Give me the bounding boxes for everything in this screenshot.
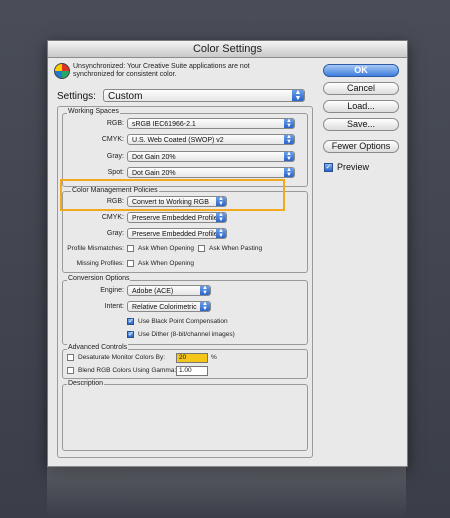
dropdown-arrows-icon: ▲ ▼ bbox=[200, 301, 210, 312]
ws-gray-label: Gray: bbox=[106, 153, 124, 160]
settings-value: Custom bbox=[108, 91, 143, 102]
mismatch-label: Profile Mismatches: bbox=[67, 245, 124, 252]
bpc-checkbox[interactable]: ✓ bbox=[127, 318, 134, 325]
dropdown-arrows-icon: ▲ ▼ bbox=[284, 134, 294, 145]
desaturate-checkbox[interactable] bbox=[67, 354, 74, 361]
description-group bbox=[62, 384, 308, 451]
preview-label: Preview bbox=[337, 162, 370, 172]
dropdown-arrows-icon: ▲ ▼ bbox=[292, 89, 304, 102]
ask-opening-missing-label: Ask When Opening bbox=[138, 260, 195, 267]
fewer-options-button[interactable]: Fewer Options bbox=[323, 140, 399, 153]
preview-checkbox[interactable]: ✓ bbox=[324, 163, 333, 172]
dropdown-arrows-icon: ▲ ▼ bbox=[284, 118, 294, 129]
dither-label: Use Dither (8-bit/channel images) bbox=[138, 331, 235, 338]
engine-dropdown[interactable]: Adobe (ACE) ▲ ▼ bbox=[127, 285, 211, 296]
missing-label: Missing Profiles: bbox=[76, 260, 124, 267]
blend-checkbox[interactable] bbox=[67, 367, 74, 374]
dither-checkbox[interactable]: ✓ bbox=[127, 331, 134, 338]
policy-gray-dropdown[interactable]: Preserve Embedded Profiles ▲ ▼ bbox=[127, 228, 227, 239]
policy-cmyk-label: CMYK: bbox=[101, 214, 124, 221]
policy-rgb-value: Convert to Working RGB bbox=[132, 199, 209, 206]
working-spaces-title: Working Spaces bbox=[67, 108, 120, 115]
policy-rgb-label: RGB: bbox=[106, 198, 124, 205]
cancel-button[interactable]: Cancel bbox=[323, 82, 399, 95]
intent-dropdown[interactable]: Relative Colorimetric ▲ ▼ bbox=[127, 301, 211, 312]
window-title: Color Settings bbox=[48, 41, 407, 58]
save-button[interactable]: Save... bbox=[323, 118, 399, 131]
ws-cmyk-value: U.S. Web Coated (SWOP) v2 bbox=[132, 137, 224, 144]
description-title: Description bbox=[67, 380, 105, 387]
dropdown-arrows-icon: ▲ ▼ bbox=[216, 228, 226, 239]
blend-field[interactable]: 1.00 bbox=[176, 366, 208, 376]
dropdown-arrows-icon: ▲ ▼ bbox=[284, 167, 294, 178]
ask-pasting-label: Ask When Pasting bbox=[209, 245, 263, 252]
dropdown-arrows-icon: ▲ ▼ bbox=[200, 285, 210, 296]
desaturate-field[interactable]: 20 bbox=[176, 353, 208, 363]
engine-label: Engine: bbox=[100, 287, 124, 294]
load-button[interactable]: Load... bbox=[323, 100, 399, 113]
dropdown-arrows-icon: ▲ ▼ bbox=[216, 196, 226, 207]
policy-gray-value: Preserve Embedded Profiles bbox=[132, 231, 222, 238]
ws-gray-dropdown[interactable]: Dot Gain 20% ▲ ▼ bbox=[127, 151, 295, 162]
ws-cmyk-label: CMYK: bbox=[101, 136, 124, 143]
ws-spot-value: Dot Gain 20% bbox=[132, 170, 176, 177]
settings-dropdown[interactable]: Custom ▲ ▼ bbox=[103, 89, 305, 102]
policy-cmyk-dropdown[interactable]: Preserve Embedded Profiles ▲ ▼ bbox=[127, 212, 227, 223]
policy-cmyk-value: Preserve Embedded Profiles bbox=[132, 215, 222, 222]
ws-spot-label: Spot: bbox=[107, 169, 124, 176]
advanced-title: Advanced Controls bbox=[67, 344, 129, 351]
percent-label: % bbox=[211, 354, 217, 361]
ask-pasting-checkbox[interactable] bbox=[198, 245, 205, 252]
blend-label: Blend RGB Colors Using Gamma: bbox=[78, 367, 177, 374]
dropdown-arrows-icon: ▲ ▼ bbox=[216, 212, 226, 223]
ok-button[interactable]: OK bbox=[323, 64, 399, 77]
ws-rgb-label: RGB: bbox=[106, 120, 124, 127]
ask-opening-checkbox[interactable] bbox=[127, 245, 134, 252]
policy-rgb-dropdown[interactable]: Convert to Working RGB ▲ ▼ bbox=[127, 196, 227, 207]
color-settings-dialog: Color Settings Unsynchronized: Your Crea… bbox=[47, 40, 408, 467]
ws-rgb-dropdown[interactable]: sRGB IEC61966-2.1 ▲ ▼ bbox=[127, 118, 295, 129]
ws-gray-value: Dot Gain 20% bbox=[132, 154, 176, 161]
engine-value: Adobe (ACE) bbox=[132, 288, 174, 295]
window-reflection bbox=[47, 466, 406, 518]
ask-opening-label: Ask When Opening bbox=[138, 245, 195, 252]
ws-rgb-value: sRGB IEC61966-2.1 bbox=[132, 121, 196, 128]
sync-message: Unsynchronized: Your Creative Suite appl… bbox=[73, 63, 250, 78]
ws-spot-dropdown[interactable]: Dot Gain 20% ▲ ▼ bbox=[127, 167, 295, 178]
intent-value: Relative Colorimetric bbox=[132, 304, 197, 311]
ws-cmyk-dropdown[interactable]: U.S. Web Coated (SWOP) v2 ▲ ▼ bbox=[127, 134, 295, 145]
desaturate-label: Desaturate Monitor Colors By: bbox=[78, 354, 166, 361]
settings-label: Settings: bbox=[57, 91, 96, 102]
intent-label: Intent: bbox=[104, 303, 124, 310]
bpc-label: Use Black Point Compensation bbox=[138, 318, 228, 325]
dropdown-arrows-icon: ▲ ▼ bbox=[284, 151, 294, 162]
ask-opening-missing-checkbox[interactable] bbox=[127, 260, 134, 267]
color-wheel-icon bbox=[54, 63, 70, 79]
policy-gray-label: Gray: bbox=[106, 230, 124, 237]
conversion-title: Conversion Options bbox=[67, 275, 131, 282]
